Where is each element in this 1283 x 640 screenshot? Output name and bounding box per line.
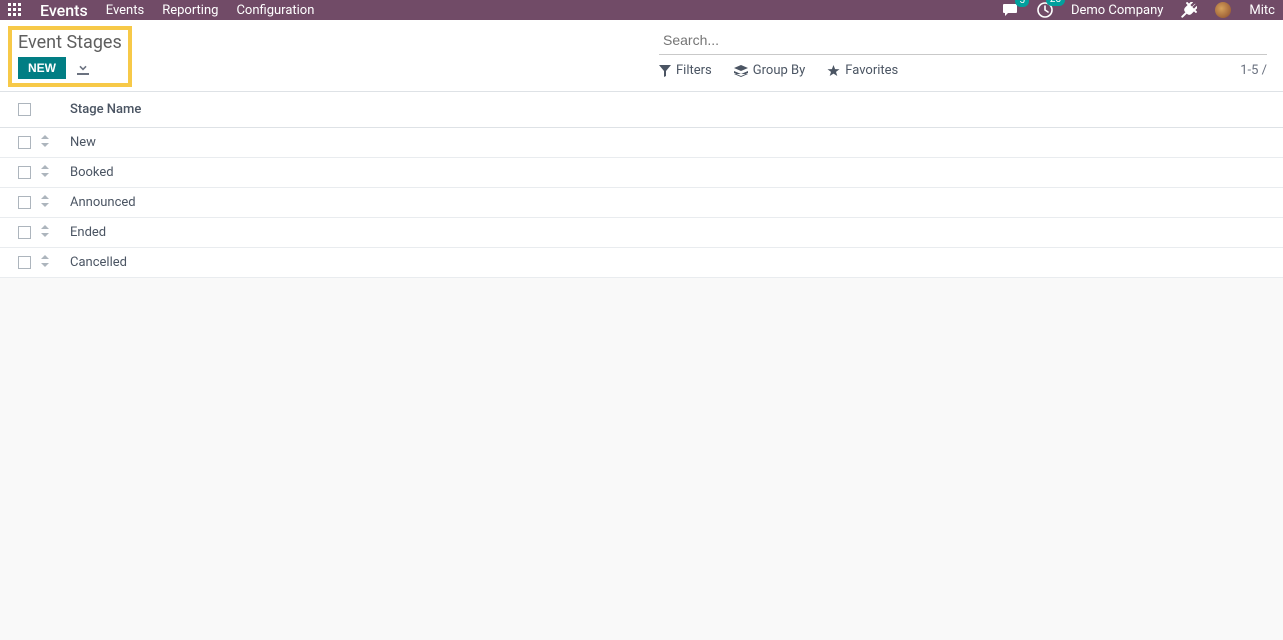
- messages-badge: 5: [1015, 0, 1029, 7]
- layers-icon: [734, 65, 748, 77]
- drag-handle-icon[interactable]: [40, 135, 50, 147]
- filter-icon: [659, 65, 671, 77]
- row-checkbox[interactable]: [18, 166, 31, 179]
- nav-reporting[interactable]: Reporting: [162, 3, 218, 18]
- search-input[interactable]: [659, 26, 1267, 55]
- activities-icon[interactable]: 25: [1037, 2, 1053, 18]
- app-brand[interactable]: Events: [40, 1, 88, 20]
- table-row[interactable]: Booked: [0, 158, 1283, 188]
- favorites-button[interactable]: Favorites: [827, 63, 898, 78]
- activities-badge: 25: [1046, 0, 1065, 6]
- user-name[interactable]: Mitc: [1249, 3, 1275, 18]
- groupby-label: Group By: [753, 63, 806, 78]
- top-nav: Events Events Reporting Configuration 5 …: [0, 0, 1283, 20]
- company-switcher[interactable]: Demo Company: [1071, 3, 1163, 18]
- stage-name-cell[interactable]: Booked: [64, 165, 114, 180]
- row-checkbox[interactable]: [18, 226, 31, 239]
- table-row[interactable]: Cancelled: [0, 248, 1283, 278]
- control-panel: Event Stages New Filters Group By Favori…: [0, 20, 1283, 92]
- nav-configuration[interactable]: Configuration: [236, 3, 314, 18]
- apps-grid-icon[interactable]: [8, 3, 22, 17]
- stage-name-cell[interactable]: Cancelled: [64, 255, 127, 270]
- pager[interactable]: 1-5 /: [1240, 63, 1267, 78]
- stage-name-cell[interactable]: New: [64, 135, 96, 150]
- drag-handle-icon[interactable]: [40, 195, 50, 207]
- table-header: Stage Name: [0, 92, 1283, 128]
- row-checkbox[interactable]: [18, 196, 31, 209]
- row-checkbox[interactable]: [18, 256, 31, 269]
- select-all-checkbox[interactable]: [18, 103, 31, 116]
- new-button[interactable]: New: [18, 57, 66, 79]
- favorites-label: Favorites: [845, 63, 898, 78]
- col-stage-name[interactable]: Stage Name: [64, 102, 141, 117]
- groupby-button[interactable]: Group By: [734, 63, 806, 78]
- filters-button[interactable]: Filters: [659, 63, 712, 78]
- table-row[interactable]: Ended: [0, 218, 1283, 248]
- star-icon: [827, 65, 840, 77]
- drag-handle-icon[interactable]: [40, 165, 50, 177]
- highlight-box: Event Stages New: [8, 26, 132, 87]
- nav-events[interactable]: Events: [106, 3, 144, 18]
- row-checkbox[interactable]: [18, 136, 31, 149]
- stage-name-cell[interactable]: Ended: [64, 225, 106, 240]
- download-icon[interactable]: [76, 61, 90, 76]
- page-title: Event Stages: [18, 32, 122, 53]
- debug-icon[interactable]: [1181, 2, 1197, 18]
- messages-icon[interactable]: 5: [1003, 3, 1019, 17]
- list-view: Stage Name New Booked Announced Ended Cancel…: [0, 92, 1283, 278]
- table-row[interactable]: New: [0, 128, 1283, 158]
- avatar[interactable]: [1215, 2, 1231, 18]
- stage-name-cell[interactable]: Announced: [64, 195, 136, 210]
- filters-label: Filters: [676, 63, 712, 78]
- table-row[interactable]: Announced: [0, 188, 1283, 218]
- drag-handle-icon[interactable]: [40, 255, 50, 267]
- drag-handle-icon[interactable]: [40, 225, 50, 237]
